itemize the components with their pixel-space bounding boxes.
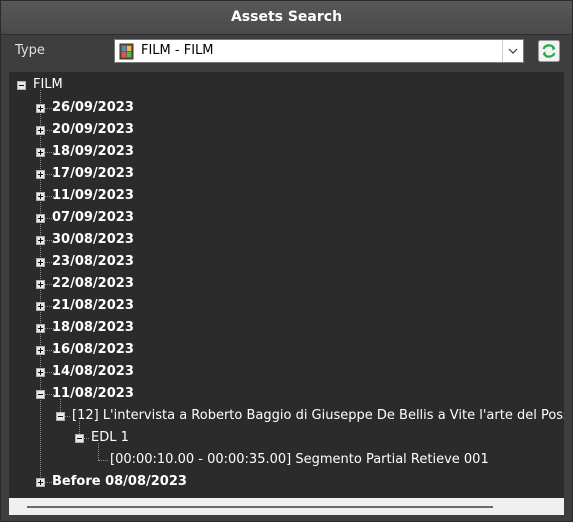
collapse-icon[interactable] xyxy=(36,390,45,399)
expand-icon[interactable] xyxy=(36,302,45,311)
tree-edl-item[interactable]: EDL 1 xyxy=(91,427,129,449)
expand-icon[interactable] xyxy=(36,478,45,487)
type-dropdown[interactable]: FILM - FILM xyxy=(114,39,524,63)
collapse-icon[interactable] xyxy=(17,81,26,90)
expand-icon[interactable] xyxy=(36,258,45,267)
tree-date-item[interactable]: 17/09/2023 xyxy=(52,163,134,185)
tree-date-item[interactable]: 14/08/2023 xyxy=(52,361,134,383)
film-icon xyxy=(119,43,134,60)
expand-icon[interactable] xyxy=(36,324,45,333)
type-label: Type xyxy=(15,43,45,58)
tree-date-item[interactable]: 23/08/2023 xyxy=(52,251,134,273)
refresh-icon[interactable] xyxy=(538,40,560,62)
tree-date-item[interactable]: 20/09/2023 xyxy=(52,119,134,141)
horizontal-scrollbar[interactable] xyxy=(9,498,564,515)
tree-date-before[interactable]: Before 08/08/2023 xyxy=(52,471,187,493)
collapse-icon[interactable] xyxy=(56,412,65,421)
expand-icon[interactable] xyxy=(36,126,45,135)
collapse-icon[interactable] xyxy=(75,434,84,443)
tree-date-item[interactable]: 16/08/2023 xyxy=(52,339,134,361)
expand-icon[interactable] xyxy=(36,346,45,355)
expand-icon[interactable] xyxy=(36,236,45,245)
tree-date-item[interactable]: 26/09/2023 xyxy=(52,97,134,119)
tree-date-item[interactable]: 21/08/2023 xyxy=(52,295,134,317)
panel-title: Assets Search xyxy=(1,1,572,35)
type-dropdown-value: FILM - FILM xyxy=(141,43,214,58)
tree-date-item[interactable]: 18/08/2023 xyxy=(52,317,134,339)
scrollbar-thumb[interactable] xyxy=(27,506,493,508)
assets-search-panel: Assets Search Type FILM - FILM FILM 26/0… xyxy=(0,0,573,522)
tree-date-item[interactable]: 22/08/2023 xyxy=(52,273,134,295)
assets-tree: FILM 26/09/2023 20/09/2023 18/09/2023 17/09… xyxy=(9,72,564,498)
expand-icon[interactable] xyxy=(36,280,45,289)
tree-asset-item[interactable]: [12] L'intervista a Roberto Baggio di Gi… xyxy=(72,405,564,427)
chevron-down-icon[interactable] xyxy=(502,40,523,62)
expand-icon[interactable] xyxy=(36,214,45,223)
tree-date-11-08-2023[interactable]: 11/08/2023 xyxy=(52,383,134,405)
tree-date-item[interactable]: 11/09/2023 xyxy=(52,185,134,207)
tree-segment-item[interactable]: [00:00:10.00 - 00:00:35.00] Segmento Par… xyxy=(110,449,489,471)
tree-root-film[interactable]: FILM xyxy=(33,74,63,96)
expand-icon[interactable] xyxy=(36,192,45,201)
tree-date-item[interactable]: 07/09/2023 xyxy=(52,207,134,229)
tree-date-item[interactable]: 30/08/2023 xyxy=(52,229,134,251)
expand-icon[interactable] xyxy=(36,368,45,377)
tree-date-item[interactable]: 18/09/2023 xyxy=(52,141,134,163)
expand-icon[interactable] xyxy=(36,104,45,113)
expand-icon[interactable] xyxy=(36,170,45,179)
expand-icon[interactable] xyxy=(36,148,45,157)
